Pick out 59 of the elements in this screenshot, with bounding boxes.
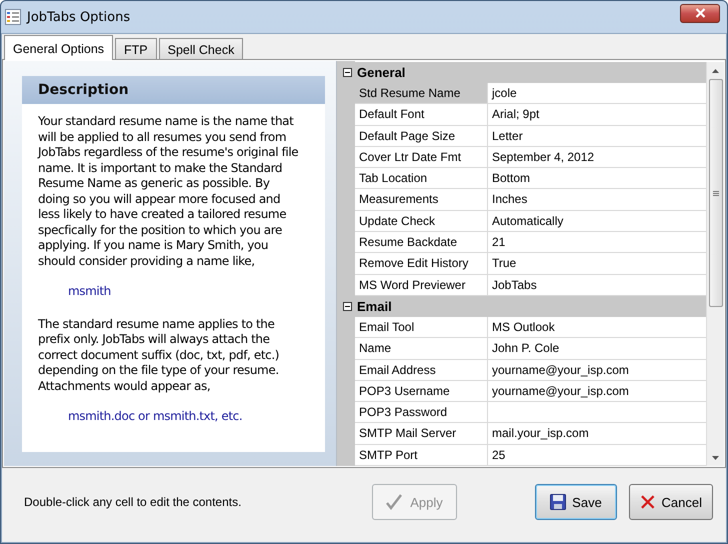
up-arrow-icon[interactable] [712,68,719,72]
collapse-icon[interactable] [343,68,352,77]
property-value[interactable]: Automatically [488,210,706,232]
property-name[interactable]: Email Address [355,360,488,380]
property-value[interactable]: Bottom [488,168,706,188]
group-name: Email [357,298,392,314]
property-value[interactable]: John P. Cole [488,338,706,359]
property-name[interactable]: SMTP Mail Server [355,423,488,444]
checkmark-icon [386,494,404,510]
scrollbar[interactable] [706,62,724,466]
property-value[interactable]: 21 [488,232,706,252]
property-value[interactable]: JobTabs [488,274,706,295]
save-button[interactable]: Save [535,484,617,520]
tab[interactable]: General Options [4,35,114,60]
property-name[interactable]: Remove Edit History [355,253,488,274]
property-name[interactable]: Measurements [355,189,488,210]
property-value[interactable]: yourname@your_isp.com [488,360,706,380]
property-name[interactable]: Email Tool [355,316,488,338]
group-name: General [357,65,406,80]
scroll-thumb[interactable] [708,79,722,307]
hint-text: Double-click any cell to edit the contents. [24,495,242,509]
property-value[interactable]: Letter [488,126,706,146]
example-text: msmith [67,284,112,300]
property-value[interactable]: Inches [488,189,706,210]
window-title: JobTabs Options [27,10,130,24]
property-value[interactable]: jcole [488,83,706,104]
property-name[interactable]: Update Check [355,210,488,232]
property-name[interactable]: Resume Backdate [355,232,488,252]
property-value[interactable]: True [488,253,706,274]
property-value[interactable]: Arial; 9pt [488,104,706,125]
description-text: The standard resume name applies to the prefix only. JobTabs will always attach the correct document suffix (doc, txt, pdf, etc.) depending on the file type of your resume. Attachments would appear as, [38,316,280,394]
property-value[interactable]: yourname@your_isp.com [488,380,706,402]
description-title: Description [22,76,325,104]
property-name[interactable]: POP3 Username [355,380,488,402]
property-name[interactable]: Std Resume Name [355,83,488,104]
property-name[interactable]: Tab Location [355,168,488,188]
collapse-icon[interactable] [343,302,352,311]
property-value[interactable]: September 4, 2012 [488,146,706,168]
property-value[interactable]: MS Outlook [488,316,706,338]
property-name[interactable]: POP3 Password [355,402,488,422]
close-icon [694,8,706,18]
example-text: msmith.doc or msmith.txt, etc. [67,409,244,424]
property-value[interactable]: 25 [488,444,706,466]
property-name[interactable]: Name [355,338,488,359]
close-icon [640,494,656,510]
property-name[interactable]: MS Word Previewer [355,274,488,295]
property-name[interactable]: SMTP Port [355,444,488,466]
description-text: Your standard resume name is the name that will be applied to all resumes you send from JobTabs regardless of the resume's original file name. It is important to make the Standard Resume Name as generic as possible. By doing so you will appear more focused and less likely to have created a tailored resume specfically for the position to which you are applying. If you name is Mary Smith, you should consider providing a name like, [38,114,300,269]
grip-icon [712,190,718,196]
tab[interactable]: FTP [115,38,157,59]
tab[interactable]: Spell Check [158,38,244,59]
property-value[interactable]: mail.your_isp.com [488,423,706,444]
down-arrow-icon[interactable] [712,456,719,460]
list-icon [5,9,21,25]
cancel-button[interactable]: Cancel [629,484,713,520]
property-name[interactable]: Default Page Size [355,126,488,146]
property-name[interactable]: Cover Ltr Date Fmt [355,146,488,168]
close-button[interactable] [680,4,720,22]
property-name[interactable]: Default Font [355,104,488,125]
